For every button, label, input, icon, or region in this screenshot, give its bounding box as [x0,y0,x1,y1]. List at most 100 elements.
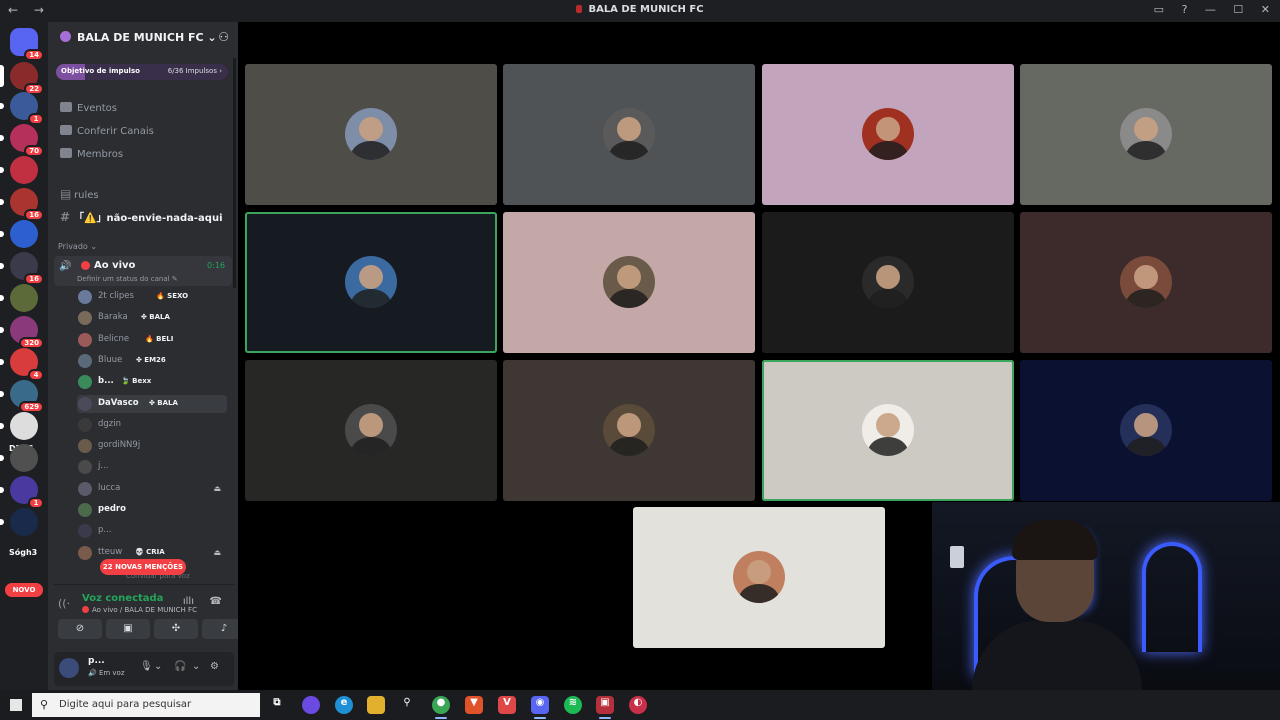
task-view-icon[interactable]: ⧉ [268,696,286,714]
username[interactable]: p... [88,656,105,666]
file-explorer-icon[interactable] [367,696,385,714]
participant-tile[interactable] [633,507,885,648]
screen-share-button[interactable]: ▣ [106,619,150,639]
menu-item-label: Eventos [77,103,117,114]
invite-people-icon[interactable]: ⚇ [218,30,229,44]
participant-tile[interactable] [762,360,1014,501]
participant-tile[interactable] [1020,64,1272,205]
taskbar-glyph: ◐ [633,697,643,708]
pin-icon[interactable]: ⚲ [398,696,416,714]
voice-channel-ao-vivo[interactable]: 🔊 Ao vivo 0:16 Definir um status do cana… [54,256,232,286]
taskbar-glyph: ● [436,697,446,708]
noise-suppression-icon[interactable]: ıllı [183,596,194,607]
maximize-button[interactable]: ☐ [1233,3,1243,16]
gear-icon[interactable]: ⚙ [210,661,219,672]
server-icon[interactable]: 320 [0,316,44,349]
participant-tile[interactable] [245,64,497,205]
activities-button[interactable]: ✣ [154,619,198,639]
server-icon[interactable]: 4 [0,348,44,381]
participant-tile[interactable] [503,64,755,205]
voice-member[interactable]: pedro [77,501,227,519]
server-icon[interactable]: 1 [0,92,44,125]
taskbar-glyph: ⚲ [403,697,411,708]
unread-indicator [0,231,4,237]
minimize-button[interactable]: — [1205,3,1216,16]
help-icon[interactable]: ? [1182,3,1188,16]
chevron-down-icon[interactable]: ⌄ [192,661,200,672]
voice-member[interactable]: 2t clipes 🔥 SEXO [77,288,227,306]
avatar[interactable] [59,658,79,678]
clan-tag: 🍃 Bexx [121,377,152,386]
voice-member[interactable]: Baraka ✤ BALA [77,309,227,327]
signal-icon[interactable]: ((· [58,597,70,610]
taskbar-search[interactable]: ⚲ Digite aqui para pesquisar [32,693,260,717]
disconnect-icon[interactable]: ☎ [210,596,222,607]
boost-goal-bar[interactable]: Objetivo de impulso 6/36 Impulsos › [56,64,228,80]
server-icon[interactable] [0,284,38,312]
brave-icon[interactable]: ▼ [465,696,483,714]
voice-member[interactable]: DaVasco ✤ BALA [77,394,227,413]
server-icon[interactable]: 629 [0,380,44,413]
edge-icon[interactable]: e [335,696,353,714]
server-icon[interactable]: 70 [0,124,44,157]
voice-member[interactable]: p... [77,522,227,540]
microphone-icon[interactable]: 🎙 [140,661,153,672]
participant-tile[interactable] [503,360,755,501]
avatar [733,551,785,603]
server-icon[interactable]: 1 [0,476,44,509]
server-icon[interactable]: 14 [10,28,44,61]
new-mentions-pill[interactable]: 22 NOVAS MENÇÕES [100,559,186,575]
voice-member[interactable]: b... 🍃 Bexx [77,373,227,391]
voice-member[interactable]: dgzin [77,416,227,434]
server-icon[interactable] [0,444,38,472]
vivaldi-icon[interactable]: V [498,696,516,714]
participant-tile[interactable] [762,64,1014,205]
streaming-icon: ⏏ [213,547,221,557]
server-icon[interactable] [0,508,38,536]
copilot-icon[interactable] [302,696,320,714]
headphones-icon[interactable]: 🎧 [174,661,186,672]
chrome-icon[interactable]: ● [432,696,450,719]
voice-connected-channel[interactable]: Ao vivo / BALA DE MUNICH FC [82,606,197,614]
participant-tile[interactable] [245,360,497,501]
server-icon[interactable] [0,412,38,440]
camera-button[interactable]: ⊘ [58,619,102,639]
server-name[interactable]: BALA DE MUNICH FC ⌄ [77,31,217,44]
inbox-icon[interactable]: ▭ [1154,3,1164,16]
spotify-icon[interactable]: ≋ [564,696,582,714]
menu-item-browse-channels[interactable]: Conferir Canais [60,125,154,143]
chevron-down-icon[interactable]: ⌄ [154,661,162,672]
participant-tile[interactable] [762,212,1014,353]
voice-member[interactable]: Bluue ✤ EM26 [77,352,227,370]
search-placeholder: Digite aqui para pesquisar [59,699,192,710]
windows-start-icon[interactable] [10,699,22,711]
voicemeeter-icon[interactable]: ▣ [596,696,614,719]
server-rail: NOVO DEUS Sógh3 1422170161632046291 [0,22,48,690]
server-icon[interactable]: 16 [0,188,44,221]
voice-member[interactable]: gordiNN9j [77,437,227,455]
server-icon[interactable] [0,156,38,184]
participant-tile[interactable] [1020,360,1272,501]
participant-tile[interactable] [503,212,755,353]
voice-member[interactable]: lucca ⏏ [77,480,227,498]
server-icon[interactable]: 22 [0,62,44,95]
app-icon[interactable]: ◐ [629,696,647,714]
participant-tile[interactable] [1020,212,1272,353]
participant-tile[interactable] [245,212,497,353]
channel-nao-envie[interactable]: # 「⚠️」não-envie-nada-aqui [60,209,223,224]
server-label-sogh: Sógh3 [9,548,38,557]
voice-member[interactable]: j... [77,458,227,476]
channel-rules[interactable]: ▤ rules [60,187,99,201]
category-privado[interactable]: Privado ⌄ [58,242,97,251]
set-channel-status[interactable]: Definir um status do canal ✎ [77,275,178,283]
server-header[interactable]: BALA DE MUNICH FC ⌄ ⚇ [48,22,238,54]
new-unreads-pill[interactable]: NOVO [5,583,43,597]
discord-icon[interactable]: ◉ [531,696,549,719]
close-button[interactable]: ✕ [1261,3,1270,16]
voice-member[interactable]: Belicne 🔥 BELI [77,331,227,349]
menu-item-members[interactable]: Membros [60,148,123,166]
menu-item-events[interactable]: Eventos [60,102,117,120]
server-icon[interactable] [0,220,38,248]
sidebar-scrollbar[interactable] [233,58,236,288]
server-icon[interactable]: 16 [0,252,44,285]
